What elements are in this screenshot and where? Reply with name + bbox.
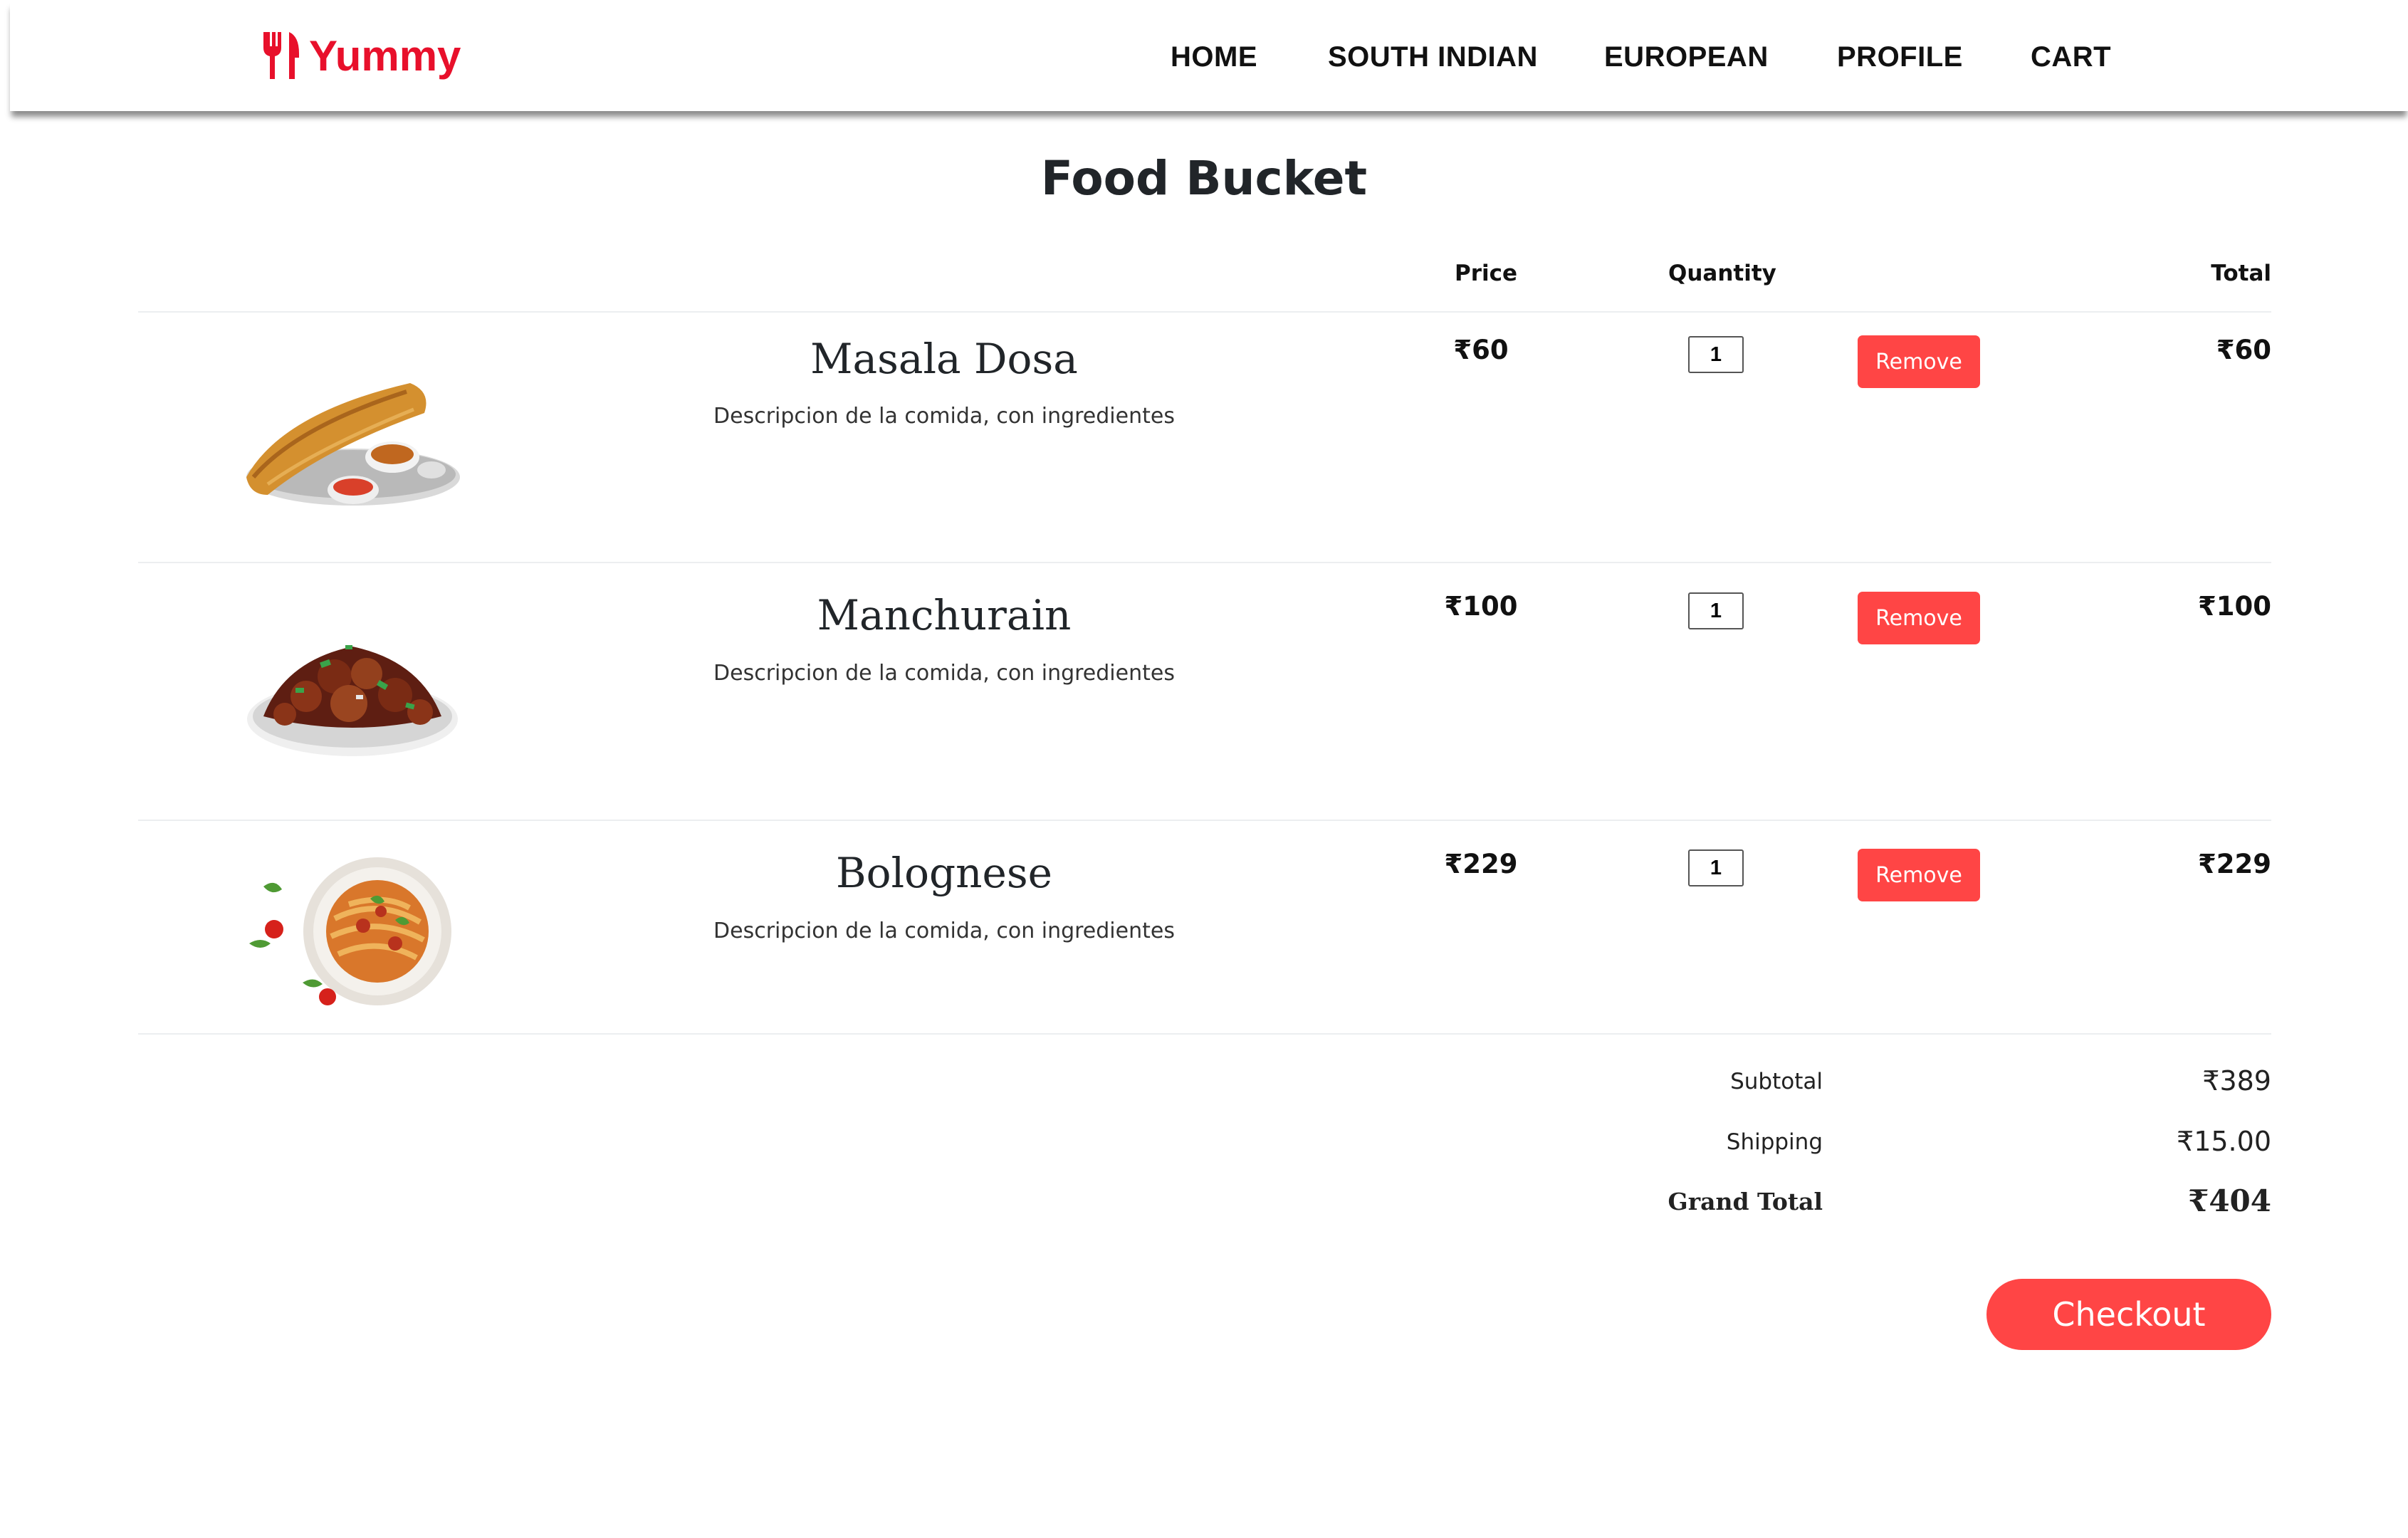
nav-cart[interactable]: CART <box>2031 41 2111 73</box>
grand-total-value: ₹404 <box>2188 1183 2271 1218</box>
header-price: Price <box>1455 261 1518 286</box>
divider <box>138 1033 2271 1035</box>
shipping-label: Shipping <box>1726 1129 1823 1155</box>
divider <box>138 820 2271 821</box>
checkout-button[interactable]: Checkout <box>1986 1279 2271 1350</box>
bolognese-image <box>249 857 451 1005</box>
nav-european[interactable]: EUROPEAN <box>1604 41 1769 73</box>
quantity-input[interactable]: 1 <box>1688 336 1744 373</box>
item-total: ₹60 <box>2216 335 2271 365</box>
nav-home[interactable]: HOME <box>1171 41 1257 73</box>
page-title: Food Bucket <box>1040 151 1368 206</box>
item-price: ₹229 <box>1444 849 1518 879</box>
header-total: Total <box>2211 261 2271 286</box>
grand-total-label: Grand Total <box>1668 1188 1823 1215</box>
brand-logo[interactable]: Yummy <box>261 27 461 84</box>
item-total: ₹229 <box>2198 849 2271 879</box>
shipping-value: ₹15.00 <box>2177 1126 2271 1157</box>
remove-button[interactable]: Remove <box>1858 335 1980 388</box>
item-name: Masala Dosa <box>810 335 1078 383</box>
header-quantity: Quantity <box>1668 261 1776 286</box>
brand-name: Yummy <box>309 31 461 80</box>
item-name: Bolognese <box>836 849 1052 897</box>
quantity-input[interactable]: 1 <box>1688 849 1744 886</box>
divider <box>138 562 2271 563</box>
item-name: Manchurain <box>817 591 1072 639</box>
item-description: Descripcion de la comida, con ingredient… <box>713 404 1175 429</box>
manchurian-image <box>247 645 458 756</box>
remove-button[interactable]: Remove <box>1858 592 1980 644</box>
subtotal-value: ₹389 <box>2202 1065 2271 1097</box>
item-description: Descripcion de la comida, con ingredient… <box>713 919 1175 943</box>
item-description: Descripcion de la comida, con ingredient… <box>713 661 1175 686</box>
quantity-input[interactable]: 1 <box>1688 592 1744 629</box>
subtotal-label: Subtotal <box>1730 1069 1823 1094</box>
nav-south-indian[interactable]: SOUTH INDIAN <box>1328 41 1538 73</box>
fork-knife-icon <box>263 32 299 79</box>
remove-button[interactable]: Remove <box>1858 849 1980 901</box>
item-total: ₹100 <box>2198 591 2271 622</box>
nav-profile[interactable]: PROFILE <box>1837 41 1963 73</box>
item-price: ₹100 <box>1444 591 1518 622</box>
item-price: ₹60 <box>1453 335 1509 365</box>
divider <box>138 311 2271 313</box>
navbar: Yummy HOME SOUTH INDIAN EUROPEAN PROFILE… <box>10 0 2408 111</box>
masala-dosa-image <box>246 383 460 506</box>
